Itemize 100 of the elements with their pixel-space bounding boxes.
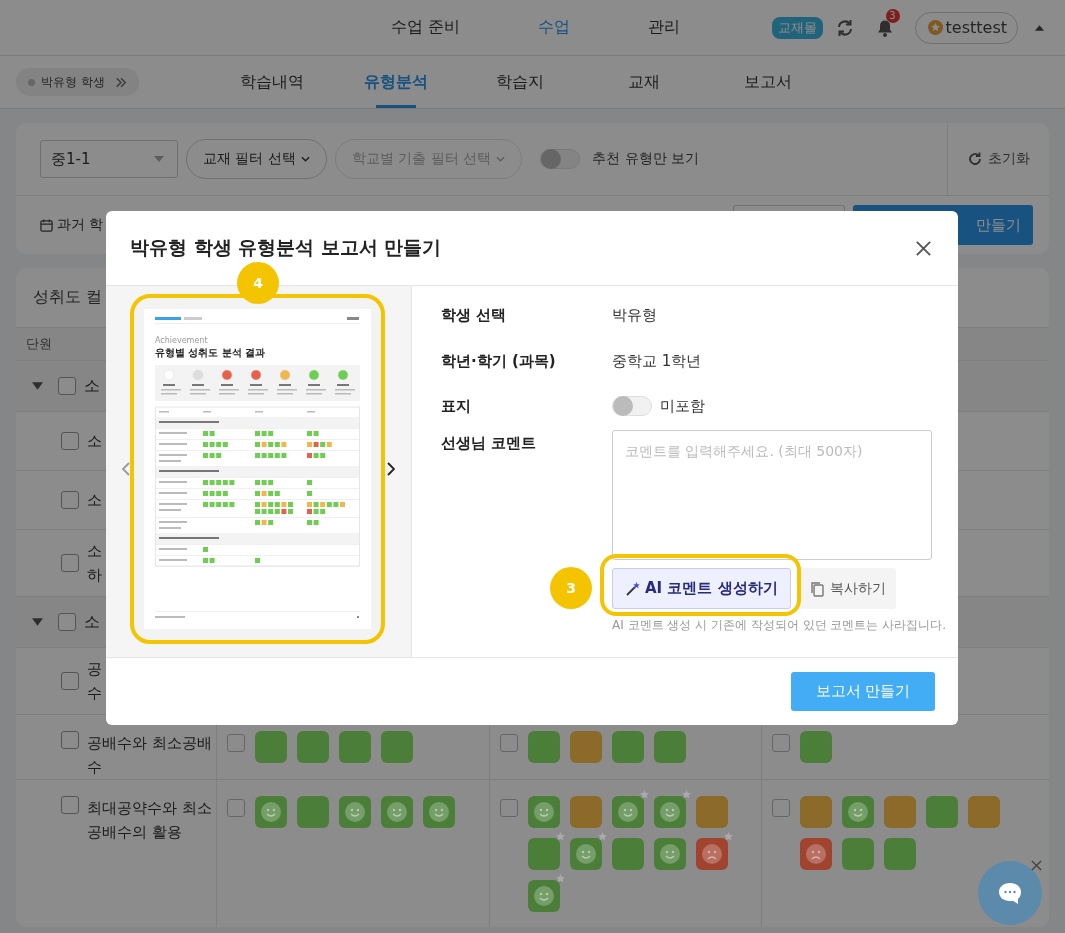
checkbox[interactable] [61,491,79,509]
checkbox[interactable] [58,377,76,395]
step-badge: 4 [237,262,279,304]
result-tile[interactable] [339,731,371,763]
unit-name: 소 [84,611,101,633]
result-tile[interactable] [381,731,413,763]
result-tile[interactable] [800,796,832,828]
expand-toggle-icon[interactable] [32,618,43,626]
close-button[interactable] [915,239,932,257]
unit-name: 최대공약수와 최소공배수의 활용 [87,798,213,843]
field-label: 선생님 코멘트 [441,433,538,453]
field-label: 표지 [441,396,472,416]
notification-count: 3 [885,8,900,23]
toggle-switch[interactable] [540,149,581,169]
result-tile[interactable] [654,796,686,828]
ai-comment-button[interactable]: AI 코멘트 생성하기 [612,568,791,609]
result-tile[interactable] [654,838,686,870]
checkbox[interactable] [61,796,79,814]
result-tile[interactable] [381,796,413,828]
unit-name: 소 [87,490,103,511]
result-tile[interactable] [339,796,371,828]
chevron-down-icon [300,156,310,162]
result-tile[interactable] [612,731,644,763]
field-label: 학년·학기 (과목) [441,351,557,371]
result-tile[interactable] [884,838,916,870]
checkbox[interactable] [772,799,790,817]
checkbox[interactable] [61,554,79,572]
unit-name: 소 [84,375,101,397]
star-avatar-icon [927,20,943,35]
result-tile[interactable] [612,796,644,828]
result-tile[interactable] [297,731,329,763]
result-tile[interactable] [800,838,832,870]
chat-bubble-icon [997,881,1023,905]
result-tile[interactable] [696,796,728,828]
previous-page-button[interactable] [120,461,132,477]
nav-link[interactable]: 관리 [648,17,681,38]
result-tile[interactable] [528,880,560,912]
result-tile[interactable] [842,838,874,870]
toggle-label: 추천 유형만 보기 [592,150,700,168]
toggle-label: 미포함 [660,396,705,416]
close-icon[interactable] [1031,860,1042,871]
copy-button[interactable]: 복사하기 [798,568,896,609]
caret-up-icon[interactable] [1034,23,1045,32]
unit-name: 공 수 [87,659,103,704]
result-tile[interactable] [926,796,958,828]
result-tile[interactable] [570,731,602,763]
result-tile[interactable] [528,796,560,828]
checkbox[interactable] [500,799,518,817]
status-dot-icon [28,78,35,86]
nav-link[interactable]: 수업 준비 [391,17,461,38]
tab[interactable]: 보고서 [705,56,830,108]
field-label: 학생 선택 [441,305,508,325]
checkbox[interactable] [227,734,245,752]
result-tile[interactable] [884,796,916,828]
reset-button[interactable]: 초기화 [947,123,1049,195]
result-tile[interactable] [570,796,602,828]
column-header: 단원 [26,335,52,353]
report-title: 유형별 성취도 분석 결과 [155,346,267,359]
magic-wand-icon [625,580,641,597]
result-tile[interactable] [696,838,728,870]
result-tile[interactable] [255,731,287,763]
grade-select[interactable]: 중1-1 [40,140,178,178]
result-tile[interactable] [528,731,560,763]
result-tile[interactable] [800,731,832,763]
checkbox[interactable] [61,672,79,690]
toggle-switch[interactable] [612,396,652,416]
chevron-down-icon [496,156,506,162]
unit-name: 공배수와 최소공배수 [87,733,213,778]
result-tile[interactable] [423,796,455,828]
tab[interactable]: 학습지 [457,56,582,108]
double-chevron-icon [114,76,127,88]
field-value: 박유형 [612,305,657,325]
history-button[interactable]: 과거 학 [40,216,104,234]
result-tile[interactable] [654,731,686,763]
next-page-button[interactable] [385,461,397,477]
checkbox[interactable] [58,613,76,631]
help-text: AI 코멘트 생성 시 기존에 작성되어 있던 코멘트는 사라집니다. [612,617,947,634]
unit-name: 소 하 [87,541,103,586]
step-badge: 3 [550,567,592,609]
calendar-icon [40,218,53,232]
dialog-title: 박유형 학생 유형분석 보고서 만들기 [130,235,442,260]
expand-toggle-icon[interactable] [32,382,43,390]
result-tile[interactable] [255,796,287,828]
result-tile[interactable] [528,838,560,870]
tab[interactable]: 교재 [581,56,706,108]
checkbox[interactable] [500,734,518,752]
table-title: 성취도 컬 [33,287,103,308]
tab[interactable]: 학습내역 [209,56,334,108]
field-value: 중학교 1학년 [612,351,702,371]
result-tile[interactable] [570,838,602,870]
result-tile[interactable] [968,796,1000,828]
report-subtitle: Achievement [155,336,209,346]
result-tile[interactable] [842,796,874,828]
result-tile[interactable] [297,796,329,828]
result-tile[interactable] [612,838,644,870]
checkbox[interactable] [61,731,79,749]
checkbox[interactable] [61,432,79,450]
checkbox[interactable] [772,734,790,752]
checkbox[interactable] [227,799,245,817]
student-chip[interactable]: 박유형 학생 [16,68,139,96]
